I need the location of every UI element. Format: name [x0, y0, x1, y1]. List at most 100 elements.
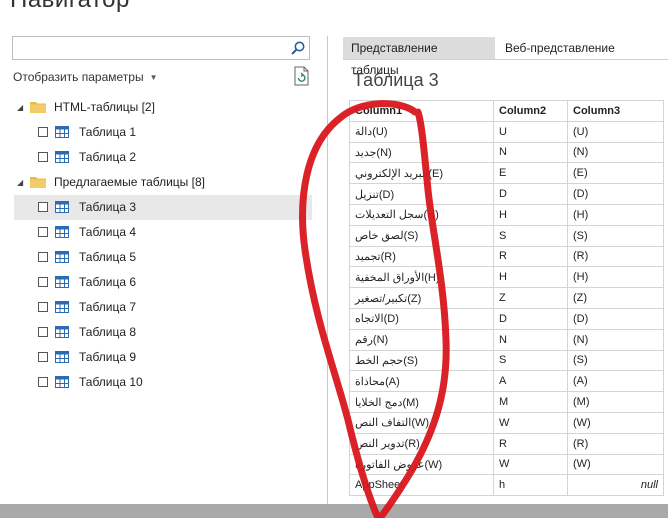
table-icon: [55, 326, 69, 338]
tree-item-label: Таблица 6: [79, 275, 137, 289]
bottom-scroll-bar[interactable]: [0, 504, 668, 518]
tree-item[interactable]: Таблица 8: [14, 320, 312, 345]
tree-item-label: Таблица 8: [79, 325, 137, 339]
table-cell: R: [493, 245, 568, 268]
table-row: محاذاة(A) A (A): [349, 370, 664, 393]
table-cell: (D): [567, 307, 664, 330]
table-cell: (H): [567, 203, 664, 226]
table-title: Таблица 3: [353, 70, 439, 90]
table-cell: لصق خاص(S): [349, 224, 494, 247]
table-cell: D: [493, 183, 568, 205]
tree-item-label: Таблица 5: [79, 250, 137, 264]
search-input[interactable]: [12, 36, 310, 60]
tree-item[interactable]: Таблица 6: [14, 270, 312, 295]
item-checkbox[interactable]: [38, 152, 48, 162]
table-row: دمج الخلايا(M) M (M): [349, 391, 664, 413]
table-cell: R: [493, 432, 568, 455]
table-cell: (W): [567, 453, 664, 476]
tree-item[interactable]: Таблица 5: [14, 245, 312, 270]
tree-item[interactable]: Таблица 3: [14, 195, 312, 220]
table-cell: (H): [567, 266, 664, 289]
tree-item-label: Таблица 7: [79, 300, 137, 314]
table-row: رقم(N) N (N): [349, 328, 664, 351]
table-cell: محاذاة(A): [349, 370, 494, 393]
item-checkbox[interactable]: [38, 252, 48, 262]
table-row: تدوير النص(R) R (R): [349, 432, 664, 455]
tree-item[interactable]: Таблица 2: [14, 145, 312, 170]
tree-item[interactable]: Таблица 4: [14, 220, 312, 245]
table-cell: N: [493, 328, 568, 351]
tree-item-label: Таблица 3: [79, 200, 137, 214]
table-cell: سجل التعديلات(H): [349, 203, 494, 226]
table-cell: (S): [567, 349, 664, 372]
tree-item[interactable]: Таблица 10: [14, 370, 312, 395]
table-cell: الاتجاه(D): [349, 307, 494, 330]
column-header[interactable]: Column2: [493, 100, 568, 122]
item-checkbox[interactable]: [38, 377, 48, 387]
table-row: AppSheet h null: [349, 474, 664, 497]
table-cell: حجم الخط(S): [349, 349, 494, 372]
table-cell: الأوراق المخفية(H): [349, 266, 494, 289]
table-cell: S: [493, 224, 568, 247]
item-checkbox[interactable]: [38, 127, 48, 137]
table-cell: (R): [567, 432, 664, 455]
tree-item-label: Таблица 1: [79, 125, 137, 139]
tree-item[interactable]: Таблица 7: [14, 295, 312, 320]
table-cell: رقم(N): [349, 328, 494, 351]
tree-group-label: HTML-таблицы [2]: [54, 100, 155, 114]
tree-item[interactable]: Таблица 9: [14, 345, 312, 370]
table-row: البريد الإلكتروني(E) E (E): [349, 162, 664, 185]
table-row: عروض الفاتورة(W) W (W): [349, 453, 664, 476]
preview-table: Column1 Column2 Column3 دالة(U) U (U) جديد(…: [349, 100, 664, 497]
table-row: لصق خاص(S) S (S): [349, 224, 664, 247]
table-row: جديد(N) N (N): [349, 141, 664, 164]
item-checkbox[interactable]: [38, 352, 48, 362]
table-icon: [55, 201, 69, 213]
tree-group[interactable]: ◢ Предлагаемые таблицы [8]: [14, 170, 312, 195]
item-checkbox[interactable]: [38, 202, 48, 212]
column-header[interactable]: Column3: [567, 100, 664, 122]
folder-icon: [30, 177, 46, 188]
table-icon: [55, 151, 69, 163]
table-cell: (N): [567, 328, 664, 351]
table-row: حجم الخط(S) S (S): [349, 349, 664, 372]
table-row: تنزيل(D) D (D): [349, 183, 664, 205]
table-cell: Z: [493, 287, 568, 309]
tab-table-view[interactable]: Представление таблицы: [343, 37, 495, 77]
table-cell: H: [493, 203, 568, 226]
item-checkbox[interactable]: [38, 227, 48, 237]
column-header[interactable]: Column1: [349, 100, 494, 122]
table-cell: null: [567, 474, 664, 497]
table-cell: دالة(U): [349, 120, 494, 143]
display-options-dropdown[interactable]: Отобразить параметры ▼: [13, 70, 158, 84]
table-icon: [55, 376, 69, 388]
table-cell: (U): [567, 120, 664, 143]
table-row: دالة(U) U (U): [349, 120, 664, 143]
table-cell: (S): [567, 224, 664, 247]
item-checkbox[interactable]: [38, 302, 48, 312]
table-icon: [55, 276, 69, 288]
refresh-icon[interactable]: [293, 66, 310, 86]
table-cell: H: [493, 266, 568, 289]
table-row: الاتجاه(D) D (D): [349, 307, 664, 330]
table-cell: h: [493, 474, 568, 497]
tree-group[interactable]: ◢ HTML-таблицы [2]: [14, 95, 312, 120]
item-checkbox[interactable]: [38, 277, 48, 287]
table-cell: تنزيل(D): [349, 183, 494, 205]
table-cell: جديد(N): [349, 141, 494, 164]
tab-web-view[interactable]: Веб-представление: [497, 37, 627, 59]
table-cell: (E): [567, 162, 664, 185]
item-checkbox[interactable]: [38, 327, 48, 337]
expand-arrow-icon[interactable]: ◢: [17, 95, 23, 120]
search-icon[interactable]: [290, 40, 306, 56]
tree-item-label: Таблица 2: [79, 150, 137, 164]
table-icon: [55, 226, 69, 238]
pane-divider[interactable]: [327, 36, 328, 506]
window-title: Навигатор: [10, 0, 130, 14]
table-row: تكبير/تصغير(Z) Z (Z): [349, 287, 664, 309]
table-header-row: Column1 Column2 Column3: [349, 100, 664, 122]
tree-item[interactable]: Таблица 1: [14, 120, 312, 145]
table-cell: M: [493, 391, 568, 413]
expand-arrow-icon[interactable]: ◢: [17, 170, 23, 195]
table-cell: تجميد(R): [349, 245, 494, 268]
